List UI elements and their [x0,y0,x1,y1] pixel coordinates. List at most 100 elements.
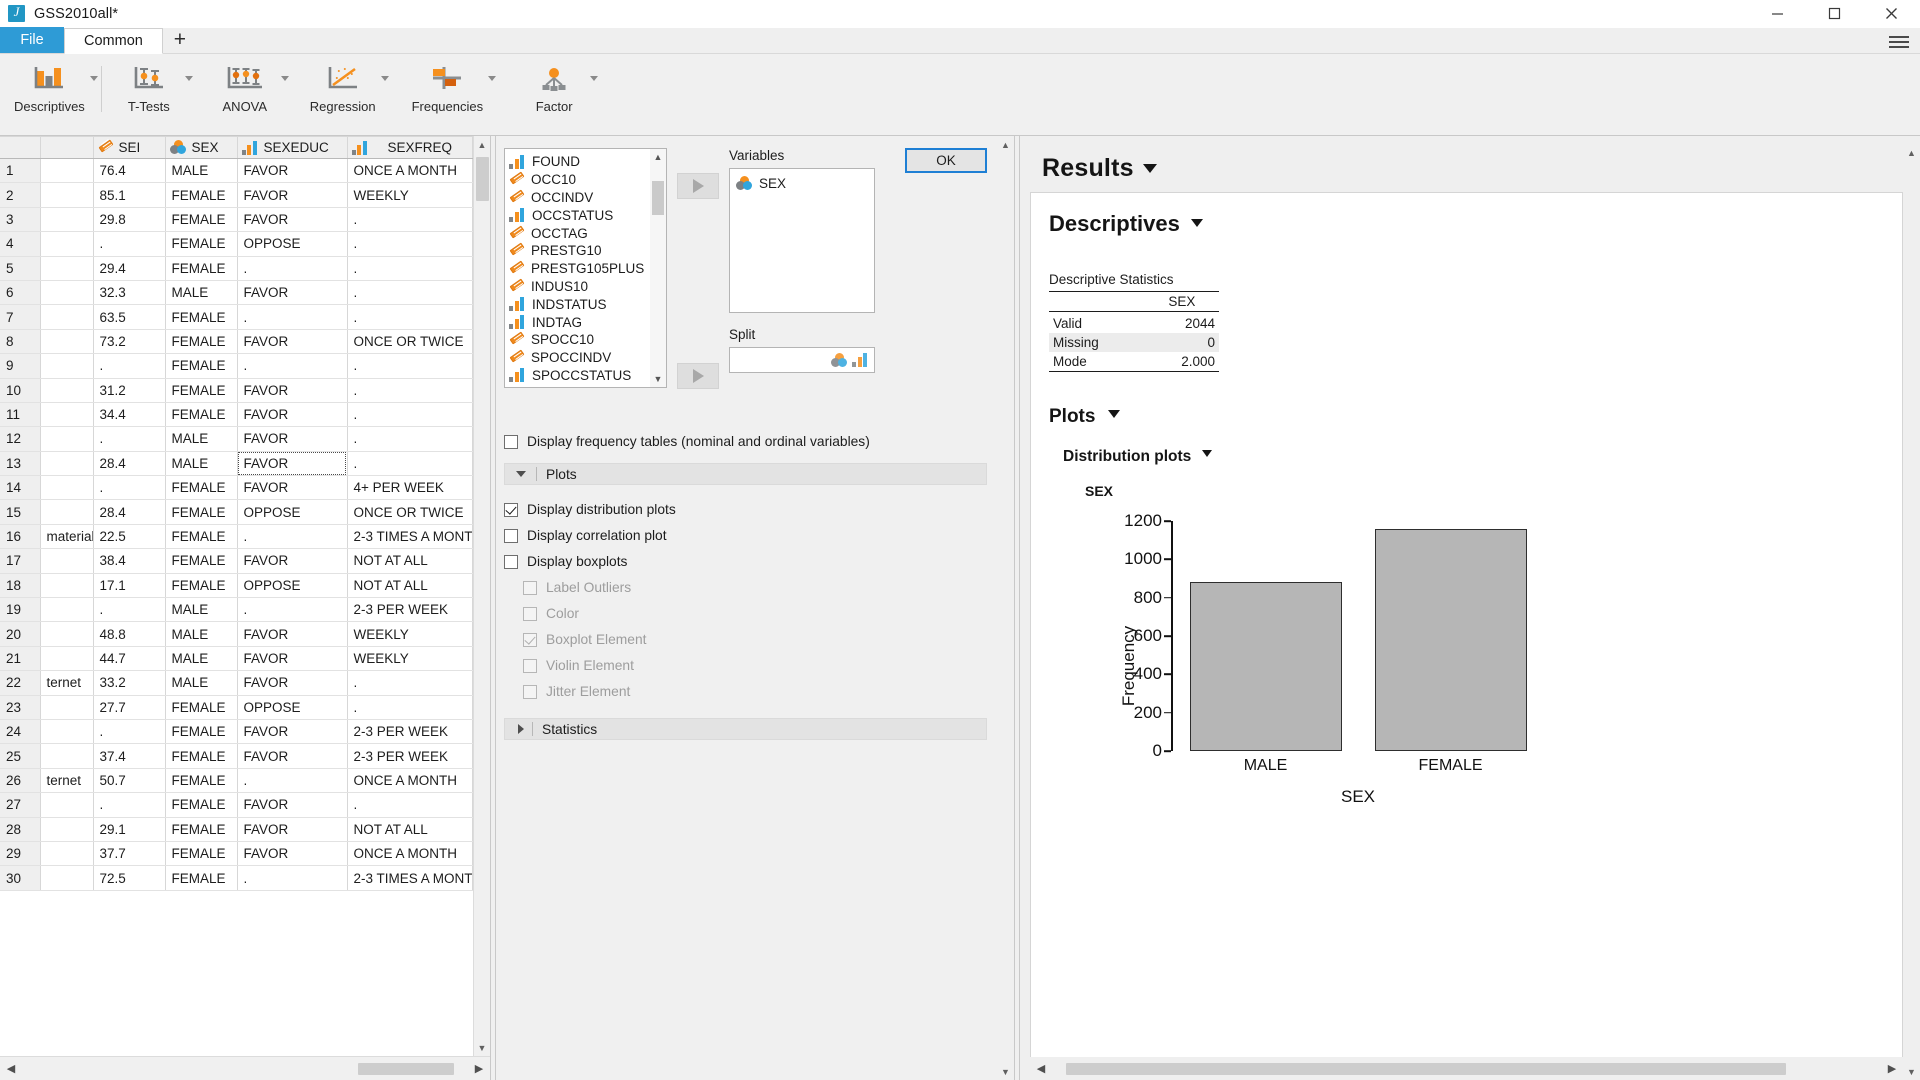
cell-sexfreq[interactable]: . [347,207,473,233]
cell-blank[interactable]: ternet [40,768,94,794]
cell-sexfreq[interactable]: ONCE A MONTH [347,841,473,867]
cell-blank[interactable] [40,865,94,891]
cell-sexeduc[interactable]: FAVOR [237,792,348,818]
scroll-down-icon[interactable]: ▼ [1903,1063,1920,1080]
cell-blank[interactable] [40,499,94,525]
table-row[interactable]: 15 28.4 FEMALE OPPOSE ONCE OR TWICE [0,499,473,525]
plot-option-checkbox[interactable] [504,502,518,517]
column-header-sexfreq[interactable]: SEXFREQ [347,136,473,159]
tab-common[interactable]: Common [64,28,163,54]
available-variable-item[interactable]: SPOCCINDV [509,349,650,367]
cell-sei[interactable]: 44.7 [93,646,166,672]
cell-sei[interactable]: 73.2 [93,329,166,355]
cell-sexfreq[interactable]: 2-3 PER WEEK [347,743,473,769]
cell-sei[interactable]: . [93,475,166,501]
cell-blank[interactable] [40,695,94,720]
plot-option-checkbox[interactable] [504,554,518,569]
scroll-down-icon[interactable]: ▼ [997,1063,1014,1080]
assigned-variable-item[interactable]: SEX [736,174,874,193]
cell-sei[interactable]: 37.4 [93,743,166,769]
cell-sex[interactable]: MALE [165,451,238,477]
cell-blank[interactable] [40,719,94,745]
cell-sei[interactable]: 63.5 [93,304,166,330]
cell-sex[interactable]: FEMALE [165,817,238,842]
cell-sex[interactable]: FEMALE [165,743,238,769]
cell-sei[interactable]: 33.2 [93,670,166,696]
cell-sexeduc[interactable]: . [237,524,348,550]
transfer-to-variables-button[interactable] [677,173,719,199]
cell-sei[interactable]: 32.3 [93,280,166,306]
chevron-down-icon[interactable] [516,471,526,477]
cell-blank[interactable] [40,256,94,281]
table-row[interactable]: 2 85.1 FEMALE FAVOR WEEKLY [0,182,473,208]
scroll-left-icon[interactable]: ◀ [0,1057,22,1080]
cell-sexfreq[interactable]: . [347,304,473,330]
cell-blank[interactable] [40,280,94,306]
cell-sexfreq[interactable]: WEEKLY [347,621,473,647]
cell-blank[interactable] [40,378,94,403]
data-sheet-vertical-scrollbar[interactable]: ▲ ▼ [473,136,490,1056]
cell-sei[interactable]: . [93,353,166,379]
chevron-down-icon[interactable] [1201,450,1212,457]
cell-sex[interactable]: FEMALE [165,329,238,355]
cell-sexfreq[interactable]: . [347,353,473,379]
sex-distribution-bar-chart[interactable]: Frequency 0 200 400 600 800 1000 1200 MALE FEMA… [1089,511,1559,811]
table-row[interactable]: 5 29.4 FEMALE.. [0,256,473,281]
results-vertical-scrollbar[interactable]: ▲ ▼ [1903,144,1920,1080]
cell-sex[interactable]: FEMALE [165,402,238,428]
cell-blank[interactable] [40,817,94,842]
cell-sei[interactable]: . [93,231,166,257]
plot-option-row[interactable]: Display correlation plot [504,528,987,543]
cell-sex[interactable]: MALE [165,280,238,306]
vertical-scroll-track[interactable] [1903,161,1920,1063]
plots-section-header[interactable]: Plots [504,463,987,485]
cell-blank[interactable] [40,597,94,623]
cell-sei[interactable]: . [93,719,166,745]
cell-sexeduc[interactable]: FAVOR [237,280,348,306]
cell-sexeduc[interactable]: . [237,597,348,623]
cell-sexeduc[interactable]: FAVOR [237,426,348,452]
cell-sex[interactable]: FEMALE [165,768,238,794]
cell-sex[interactable]: MALE [165,597,238,623]
cell-sexfreq[interactable]: 2-3 PER WEEK [347,597,473,623]
vertical-scroll-track[interactable] [997,153,1014,1063]
table-row[interactable]: 14. FEMALE FAVOR 4+ PER WEEK [0,475,473,501]
cell-blank[interactable] [40,304,94,330]
results-header[interactable]: Results [1030,144,1903,192]
table-row[interactable]: 22 ternet 33.2 MALE FAVOR. [0,670,473,696]
cell-sei[interactable]: 27.7 [93,695,166,720]
cell-sexeduc[interactable]: OPPOSE [237,573,348,599]
cell-sexeduc[interactable]: FAVOR [237,841,348,867]
cell-sex[interactable]: FEMALE [165,499,238,525]
statistics-section-header[interactable]: Statistics [504,718,987,740]
cell-sexfreq[interactable]: . [347,695,473,720]
minimize-icon[interactable] [1749,0,1806,28]
table-row[interactable]: 1 76.4 MALE FAVOR ONCE A MONTH [0,158,473,184]
cell-blank[interactable] [40,451,94,477]
table-row[interactable]: 4. FEMALE OPPOSE. [0,231,473,257]
chevron-down-icon[interactable] [280,76,289,81]
chevron-right-icon[interactable] [518,724,524,734]
available-variable-item[interactable]: INDTAG [509,313,650,331]
cell-sexfreq[interactable]: . [347,670,473,696]
table-row[interactable]: 3 29.8 FEMALE FAVOR. [0,207,473,233]
cell-blank[interactable] [40,573,94,599]
cell-blank[interactable] [40,646,94,672]
descriptives-heading-row[interactable]: Descriptives [1049,211,1902,237]
cell-sex[interactable]: FEMALE [165,865,238,891]
cell-blank[interactable] [40,158,94,184]
transfer-to-split-button[interactable] [677,363,719,389]
chevron-down-icon[interactable] [380,76,389,81]
cell-sexeduc[interactable]: FAVOR [237,378,348,403]
cell-sexfreq[interactable]: ONCE OR TWICE [347,499,473,525]
scroll-up-icon[interactable]: ▲ [474,136,491,153]
table-row[interactable]: 18 17.1 FEMALE OPPOSE NOT AT ALL [0,573,473,599]
plot-option-checkbox[interactable] [504,528,518,543]
cell-sei[interactable]: 29.1 [93,817,166,842]
cell-blank[interactable] [40,182,94,208]
ribbon-button-factor[interactable]: Factor [523,54,599,114]
maximize-icon[interactable] [1806,0,1863,28]
cell-sex[interactable]: FEMALE [165,304,238,330]
cell-sex[interactable]: MALE [165,158,238,184]
table-row[interactable]: 28 29.1 FEMALE FAVOR NOT AT ALL [0,817,473,842]
